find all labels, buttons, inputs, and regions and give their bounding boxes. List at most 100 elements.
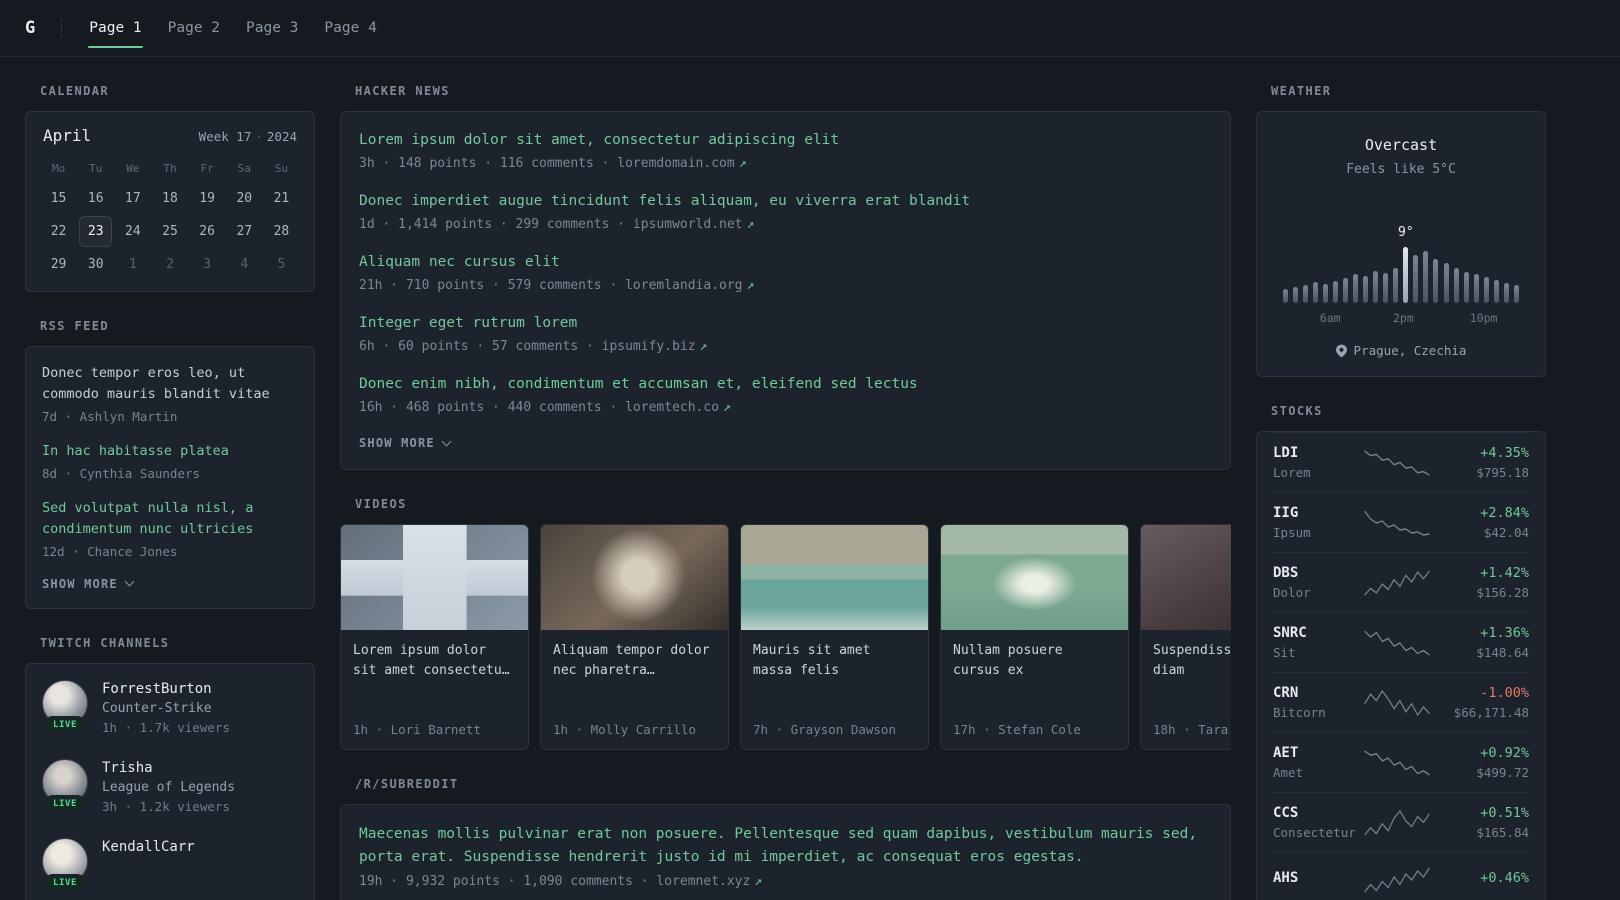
stock-identity: LDI Lorem: [1273, 445, 1355, 480]
stock-identity: SNRC Sit: [1273, 625, 1355, 660]
twitch-channel-row[interactable]: LIVE Trisha League of Legends 3h · 1.2k …: [42, 758, 298, 814]
stock-price: $795.18: [1476, 465, 1529, 480]
external-link-arrow-icon[interactable]: ↗: [747, 278, 755, 293]
calendar-header: April Week 17 · 2024: [40, 126, 300, 145]
nav-tab[interactable]: Page 4: [311, 0, 389, 56]
stock-sparkline: [1364, 867, 1430, 893]
stock-price: $66,171.48: [1453, 705, 1529, 720]
weather-condition: Overcast: [1364, 136, 1438, 154]
stock-values: +1.36% $148.64: [1439, 625, 1529, 660]
subreddit-post-title[interactable]: Maecenas mollis pulvinar erat non posuer…: [359, 823, 1212, 869]
stock-sparkline: [1364, 689, 1430, 716]
subreddit-post-meta-text: 19h · 9,932 points · 1,090 comments · lo…: [359, 874, 751, 890]
stock-name: Bitcorn: [1273, 705, 1326, 720]
calendar-week-year: Week 17 · 2024: [199, 129, 297, 144]
rss-show-more-button[interactable]: SHOW MORE: [42, 576, 135, 591]
weather-bar: [1513, 284, 1519, 303]
rss-show-more-label: SHOW MORE: [42, 576, 118, 591]
subreddit-post-meta: 19h · 9,932 points · 1,090 comments · lo…: [359, 874, 1212, 889]
calendar-widget: CALENDAR April Week 17 · 2024 Mo Tu We Th Fr Sa…: [25, 84, 315, 292]
video-meta: 17h · Stefan Cole: [953, 722, 1081, 738]
weather-bar: [1303, 284, 1309, 303]
stock-price: $499.72: [1476, 765, 1529, 780]
stock-ticker: LDI: [1273, 445, 1299, 461]
hacker-news-item-title[interactable]: Donec enim nibh, condimentum et accumsan…: [359, 374, 1212, 395]
twitch-channel-row[interactable]: LIVE KendallCarr: [42, 837, 298, 892]
hacker-news-widget: HACKER NEWS Lorem ipsum dolor sit amet, …: [340, 84, 1231, 471]
rss-item-title[interactable]: In hac habitasse platea: [42, 441, 298, 462]
video-card[interactable]: Mauris sit amet massa felis 7h · Grayson…: [740, 524, 929, 751]
stock-name: Ipsum: [1273, 525, 1311, 540]
calendar-day: 28: [273, 224, 290, 239]
calendar-day: 20: [236, 191, 253, 206]
external-link-arrow-icon[interactable]: ↗: [739, 156, 747, 171]
external-link-arrow-icon[interactable]: ↗: [754, 874, 762, 889]
video-thumbnail: [941, 525, 1128, 631]
nav-tab[interactable]: Page 1: [76, 0, 154, 56]
video-card[interactable]: Nullam posuere cursus ex 17h · Stefan Co…: [940, 524, 1129, 751]
external-link-arrow-icon[interactable]: ↗: [700, 339, 708, 354]
twitch-avatar-wrap: LIVE: [42, 758, 88, 813]
twitch-channel-category: League of Legends: [102, 779, 236, 795]
calendar-day: 3: [203, 257, 212, 272]
calendar-weekday-row: Mo Tu We Th Fr Sa Su: [40, 155, 300, 182]
rss-section-title: RSS FEED: [40, 319, 109, 333]
stock-sparkline: [1364, 510, 1430, 536]
hacker-news-item-title[interactable]: Aliquam nec cursus elit: [359, 252, 1212, 273]
nav-tab[interactable]: Page 2: [155, 0, 233, 56]
stock-sparkline: [1364, 449, 1430, 476]
twitch-channel-info: KendallCarr: [102, 838, 195, 890]
stock-name: Consectetur: [1273, 825, 1356, 840]
video-title: Aliquam tempor dolor nec pharetra…: [553, 643, 710, 679]
hacker-news-item-meta: 3h · 148 points · 116 comments · loremdo…: [359, 156, 1212, 171]
rss-item-title[interactable]: Sed volutpat nulla nisl, a condimentum n…: [42, 498, 298, 540]
location-pin-icon: [1335, 344, 1347, 357]
chevron-down-icon: [124, 576, 135, 587]
calendar-day: 15: [50, 191, 67, 206]
hacker-news-item-title[interactable]: Integer eget rutrum lorem: [359, 313, 1212, 334]
video-thumbnail: [341, 525, 528, 631]
rss-item-title[interactable]: Donec tempor eros leo, ut commodo mauris…: [42, 363, 298, 405]
weather-bar: [1463, 272, 1469, 303]
stock-row: CRN Bitcorn -1.00% $66,171.48: [1273, 672, 1529, 732]
separator-dot: ·: [255, 129, 263, 144]
hacker-news-item-meta-text: 6h · 60 points · 57 comments · ipsumify.…: [359, 339, 696, 355]
external-link-arrow-icon[interactable]: ↗: [747, 217, 755, 232]
chevron-down-icon: [441, 436, 452, 447]
video-card-body: Aliquam tempor dolor nec pharetra… 1h · …: [541, 630, 728, 749]
video-title: Lorem ipsum dolor sit amet consectetu…: [353, 643, 510, 679]
rss-item-meta: 7d · Ashlyn Martin: [42, 408, 178, 424]
weather-bar: [1313, 281, 1319, 303]
video-card[interactable]: Aliquam tempor dolor nec pharetra… 1h · …: [540, 524, 729, 751]
twitch-avatar-wrap: LIVE: [42, 837, 88, 892]
stock-change: +1.42%: [1480, 565, 1529, 581]
calendar-day: 26: [199, 224, 215, 239]
hacker-news-item-title[interactable]: Donec imperdiet augue tincidunt felis al…: [359, 191, 1212, 212]
nav-tab[interactable]: Page 3: [233, 0, 311, 56]
weather-bar: [1493, 279, 1499, 303]
weather-time-label: 6am: [1319, 311, 1341, 325]
stock-row: CCS Consectetur +0.51% $165.84: [1273, 792, 1529, 852]
hacker-news-item-meta-text: 1d · 1,414 points · 299 comments · ipsum…: [359, 217, 743, 233]
stock-name: Amet: [1273, 765, 1304, 780]
twitch-channel-name: Trisha: [102, 759, 153, 776]
hacker-news-item-meta: 16h · 468 points · 440 comments · loremt…: [359, 400, 1212, 415]
external-link-arrow-icon[interactable]: ↗: [723, 400, 731, 415]
app-logo[interactable]: G: [25, 18, 35, 38]
subreddit-card: Maecenas mollis pulvinar erat non posuer…: [340, 804, 1231, 900]
calendar-day: 2: [166, 257, 174, 272]
stock-row: AHS +0.46%: [1273, 852, 1529, 900]
video-card[interactable]: Lorem ipsum dolor sit amet consectetu… 1…: [340, 524, 529, 751]
calendar-day: 24: [125, 224, 141, 239]
stock-values: +0.51% $165.84: [1439, 805, 1529, 840]
twitch-channel-name: KendallCarr: [102, 838, 195, 855]
hn-show-more-button[interactable]: SHOW MORE: [359, 436, 452, 450]
weather-section-title: WEATHER: [1271, 84, 1332, 98]
video-card[interactable]: Suspendisse potenti diam 18h · Tara: [1140, 524, 1231, 751]
calendar-month: April: [43, 126, 92, 145]
rss-list: Donec tempor eros leo, ut commodo mauris…: [42, 363, 298, 559]
weekday-label: Fr: [200, 162, 214, 175]
hacker-news-item-title[interactable]: Lorem ipsum dolor sit amet, consectetur …: [359, 130, 1212, 151]
hacker-news-list: Lorem ipsum dolor sit amet, consectetur …: [359, 130, 1212, 415]
twitch-channel-row[interactable]: LIVE ForrestBurton Counter-Strike 1h · 1…: [42, 679, 298, 735]
